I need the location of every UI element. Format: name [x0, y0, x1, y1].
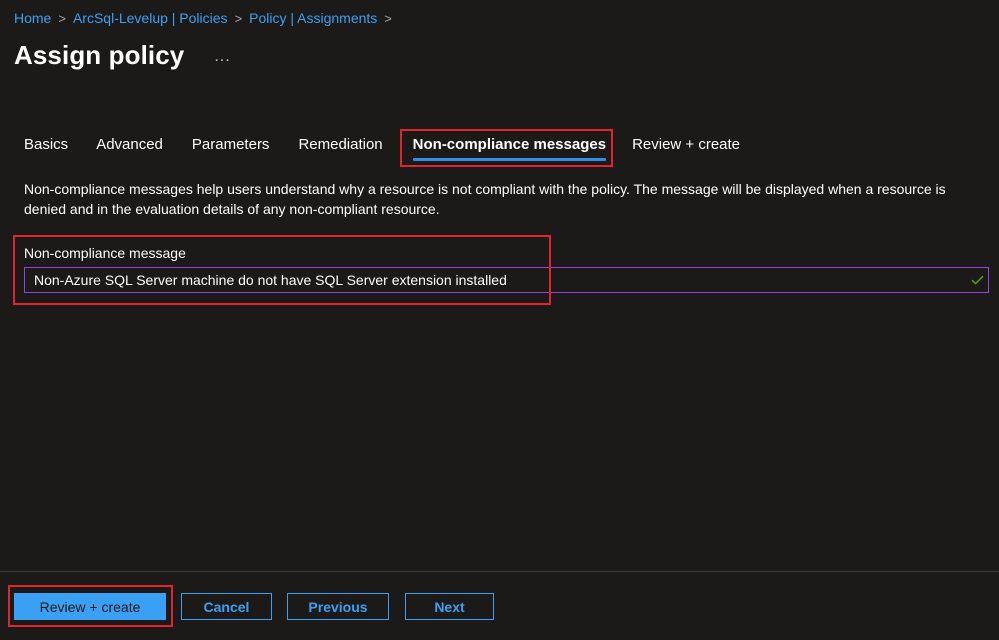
tab-highlight-box	[400, 129, 613, 167]
breadcrumb: Home > ArcSql-Levelup | Policies > Polic…	[14, 10, 392, 26]
breadcrumb-separator: >	[234, 10, 243, 26]
description-text: Non-compliance messages help users under…	[24, 181, 946, 217]
check-icon	[966, 275, 988, 285]
previous-button[interactable]: Previous	[287, 593, 389, 620]
field-highlight-box	[13, 235, 551, 305]
breadcrumb-home[interactable]: Home	[14, 10, 51, 26]
next-button[interactable]: Next	[405, 593, 494, 620]
footer-divider	[0, 571, 999, 572]
review-button-highlight-box	[8, 585, 173, 627]
breadcrumb-separator: >	[384, 10, 392, 26]
page-title: Assign policy	[14, 40, 185, 70]
breadcrumb-separator: >	[58, 10, 66, 26]
title-row: Assign policy ...	[14, 40, 231, 71]
tab-basics[interactable]: Basics	[24, 133, 68, 163]
tab-remediation[interactable]: Remediation	[298, 133, 382, 163]
tab-list: Basics Advanced Parameters Remediation N…	[24, 133, 740, 163]
tab-advanced[interactable]: Advanced	[96, 133, 163, 163]
tab-review-create[interactable]: Review + create	[632, 133, 740, 163]
tab-parameters[interactable]: Parameters	[192, 133, 270, 163]
more-options-button[interactable]: ...	[214, 48, 230, 66]
breadcrumb-assignments[interactable]: Policy | Assignments	[249, 10, 377, 26]
cancel-button[interactable]: Cancel	[181, 593, 272, 620]
breadcrumb-policies[interactable]: ArcSql-Levelup | Policies	[73, 10, 228, 26]
